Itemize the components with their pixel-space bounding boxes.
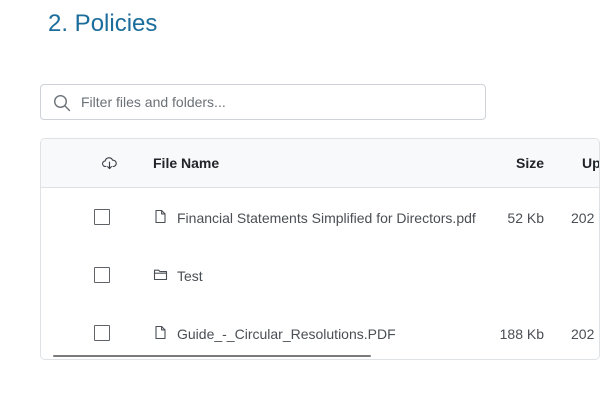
file-name[interactable]: Financial Statements Simplified for Dire… bbox=[177, 189, 476, 247]
file-updated: 202 bbox=[571, 210, 595, 226]
file-size: 188 Kb bbox=[499, 326, 544, 342]
file-name[interactable]: Guide_-_Circular_Resolutions.PDF bbox=[177, 305, 396, 359]
search-icon bbox=[53, 94, 71, 112]
page: 2. Policies File Name Size Up bbox=[0, 0, 615, 401]
file-icon bbox=[153, 209, 168, 224]
column-header-size[interactable]: Size bbox=[516, 139, 544, 187]
folder-icon bbox=[153, 267, 168, 282]
files-table: File Name Size Up Financial Statements S… bbox=[40, 138, 600, 360]
column-header-updated[interactable]: Up bbox=[582, 139, 599, 187]
file-size: 52 Kb bbox=[507, 210, 544, 226]
row-checkbox[interactable] bbox=[94, 325, 110, 341]
column-header-file-name[interactable]: File Name bbox=[153, 139, 219, 187]
table-header: File Name Size Up bbox=[41, 139, 599, 188]
search-input[interactable] bbox=[81, 85, 471, 119]
row-checkbox[interactable] bbox=[94, 209, 110, 225]
table-row[interactable]: Guide_-_Circular_Resolutions.PDF 188 Kb … bbox=[41, 305, 599, 359]
search-box[interactable] bbox=[40, 84, 486, 120]
table-row[interactable]: Test bbox=[41, 247, 599, 305]
folder-name[interactable]: Test bbox=[177, 247, 203, 305]
page-title: 2. Policies bbox=[48, 10, 158, 37]
table-row[interactable]: Financial Statements Simplified for Dire… bbox=[41, 189, 599, 247]
horizontal-scrollbar[interactable] bbox=[53, 355, 371, 357]
cloud-download-icon[interactable] bbox=[102, 156, 117, 170]
file-updated: 202 bbox=[571, 326, 595, 342]
file-icon bbox=[153, 325, 168, 340]
row-checkbox[interactable] bbox=[94, 267, 110, 283]
